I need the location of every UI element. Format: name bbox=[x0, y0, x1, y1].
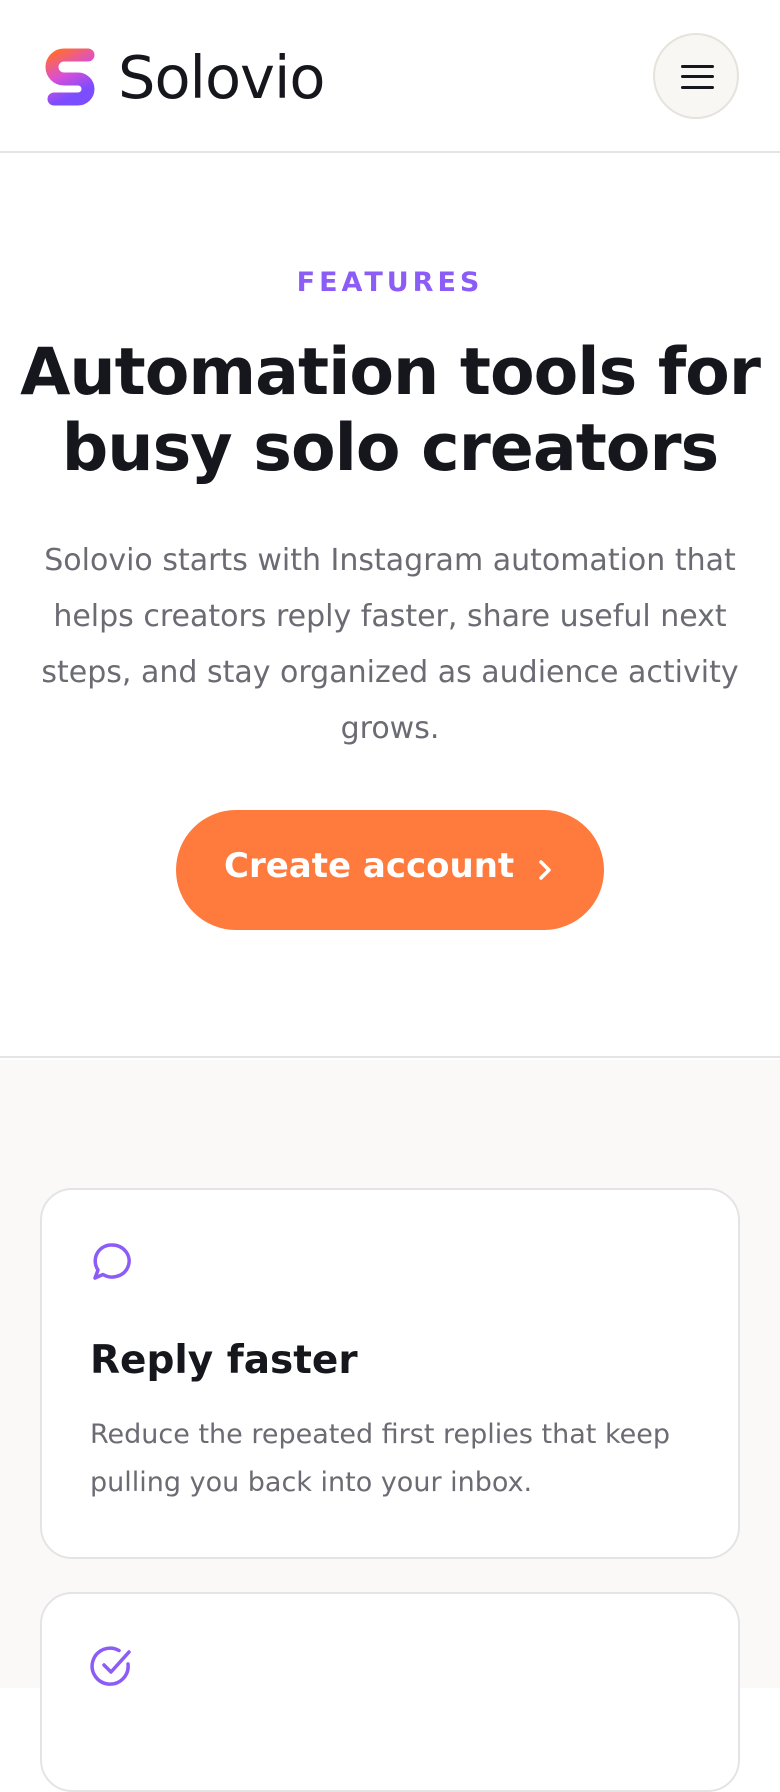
feature-card: Reply faster Reduce the repeated first r… bbox=[40, 1188, 740, 1559]
solovio-logo-icon[interactable] bbox=[44, 43, 100, 109]
chevron-right-icon bbox=[539, 860, 551, 880]
hamburger-line-icon bbox=[681, 65, 714, 68]
create-account-label: Create account bbox=[224, 846, 515, 886]
feature-description: Reduce the repeated first replies that k… bbox=[90, 1419, 670, 1498]
hamburger-menu-button[interactable] bbox=[653, 33, 739, 119]
features-section: Reply faster Reduce the repeated first r… bbox=[0, 1060, 780, 1792]
feature-card bbox=[40, 1592, 740, 1792]
feature-title: Reply faster bbox=[90, 1338, 358, 1383]
page-title: Automation tools for busy solo creators bbox=[20, 335, 761, 486]
create-account-button[interactable]: Create account bbox=[176, 810, 604, 930]
hero-description: Solovio starts with Instagram automation… bbox=[41, 543, 739, 746]
check-circle-icon bbox=[90, 1646, 131, 1686]
section-eyebrow: FEATURES bbox=[296, 267, 484, 298]
hero-section: FEATURES Automation tools for busy solo … bbox=[0, 155, 780, 1058]
hamburger-line-icon bbox=[681, 86, 714, 89]
hamburger-line-icon bbox=[681, 75, 714, 78]
chat-bubble-icon bbox=[93, 1243, 131, 1280]
brand-name[interactable]: Solovio bbox=[118, 42, 325, 114]
site-header: Solovio bbox=[0, 0, 780, 153]
